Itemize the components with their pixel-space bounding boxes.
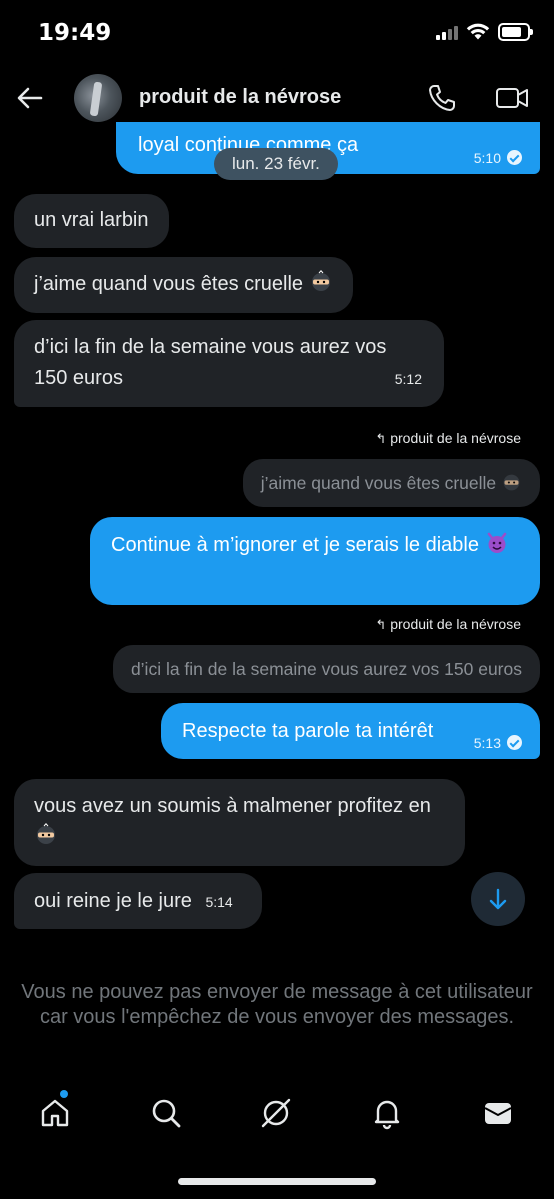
tab-notifications[interactable] [357, 1085, 417, 1141]
message-bubble-incoming[interactable]: oui reine je le jure 5:14 [14, 873, 262, 929]
message-text: j’aime quand vous êtes cruelle [34, 273, 304, 295]
home-icon [41, 1099, 69, 1127]
message-text: vous avez un soumis à malmener profitez … [34, 795, 431, 817]
message-bubble-outgoing[interactable]: Continue à m’ignorer et je serais le dia… [90, 517, 540, 605]
message-text: Continue à m’ignorer et je serais le dia… [111, 534, 479, 556]
status-time: 19:49 [38, 20, 112, 46]
date-separator: lun. 23 févr. [214, 148, 338, 180]
conversation-header: produit de la névrose [0, 70, 554, 130]
tab-bar [0, 1085, 554, 1145]
message-bubble-incoming[interactable]: un vrai larbin [14, 194, 169, 248]
read-check-icon [507, 150, 522, 165]
quoted-message[interactable]: d’ici la fin de la semaine vous aurez vo… [112, 645, 540, 693]
message-bubble-incoming[interactable]: d’ici la fin de la semaine vous aurez vo… [14, 320, 444, 407]
smiling-devil-emoji-icon [487, 532, 506, 553]
tab-search[interactable] [136, 1085, 196, 1141]
video-call-icon[interactable] [494, 82, 530, 114]
message-time: 5:12 [394, 371, 422, 387]
grok-icon [261, 1098, 291, 1128]
message-bubble-incoming[interactable]: vous avez un soumis à malmener profitez … [14, 779, 465, 866]
ninja-emoji-icon [503, 474, 520, 491]
blocked-notice: Vous ne pouvez pas envoyer de message à … [21, 981, 533, 1028]
arrow-down-icon [489, 888, 507, 910]
message-bubble-incoming[interactable]: j’aime quand vous êtes cruelle [14, 257, 353, 313]
wifi-icon [466, 23, 490, 40]
search-icon [152, 1099, 181, 1128]
read-check-icon [507, 735, 522, 750]
tab-messages[interactable] [468, 1085, 528, 1141]
notifications-icon [374, 1100, 400, 1130]
quoted-message-text: j’aime quand vous êtes cruelle [260, 473, 497, 493]
message-time: 5:14 [205, 894, 233, 910]
message-text: oui reine je le jure [34, 890, 192, 912]
reply-arrow-icon: ↰ [375, 431, 387, 446]
reply-context-label: ↰ produit de la névrose [375, 430, 521, 446]
reply-context-label: ↰ produit de la névrose [375, 616, 521, 632]
battery-icon [498, 23, 533, 41]
message-time: 5:10 [473, 150, 501, 166]
cellular-signal-icon [436, 26, 458, 40]
message-text: d’ici la fin de la semaine vous aurez vo… [34, 336, 387, 389]
back-arrow-icon[interactable] [14, 82, 46, 114]
status-bar: 19:49 [0, 0, 554, 70]
ninja-emoji-icon [311, 270, 330, 291]
contact-name[interactable]: produit de la névrose [139, 86, 341, 109]
tab-home[interactable] [25, 1085, 85, 1141]
message-text: Respecte ta parole ta intérêt [182, 720, 434, 742]
message-text: un vrai larbin [34, 209, 149, 231]
scroll-to-bottom-button[interactable] [471, 872, 525, 926]
home-indicator[interactable] [178, 1178, 376, 1185]
ninja-emoji-icon [37, 823, 55, 844]
message-bubble-outgoing[interactable]: Respecte ta parole ta intérêt 5:13 [161, 703, 540, 759]
avatar[interactable] [74, 74, 122, 122]
quoted-message-text: d’ici la fin de la semaine vous aurez vo… [130, 659, 522, 679]
reply-arrow-icon: ↰ [375, 617, 387, 632]
phone-icon[interactable] [426, 82, 458, 114]
notification-dot [60, 1090, 68, 1098]
quoted-message[interactable]: j’aime quand vous êtes cruelle [242, 459, 540, 507]
messages-icon [484, 1103, 512, 1124]
message-time: 5:13 [473, 735, 501, 751]
tab-grok[interactable] [246, 1085, 306, 1141]
